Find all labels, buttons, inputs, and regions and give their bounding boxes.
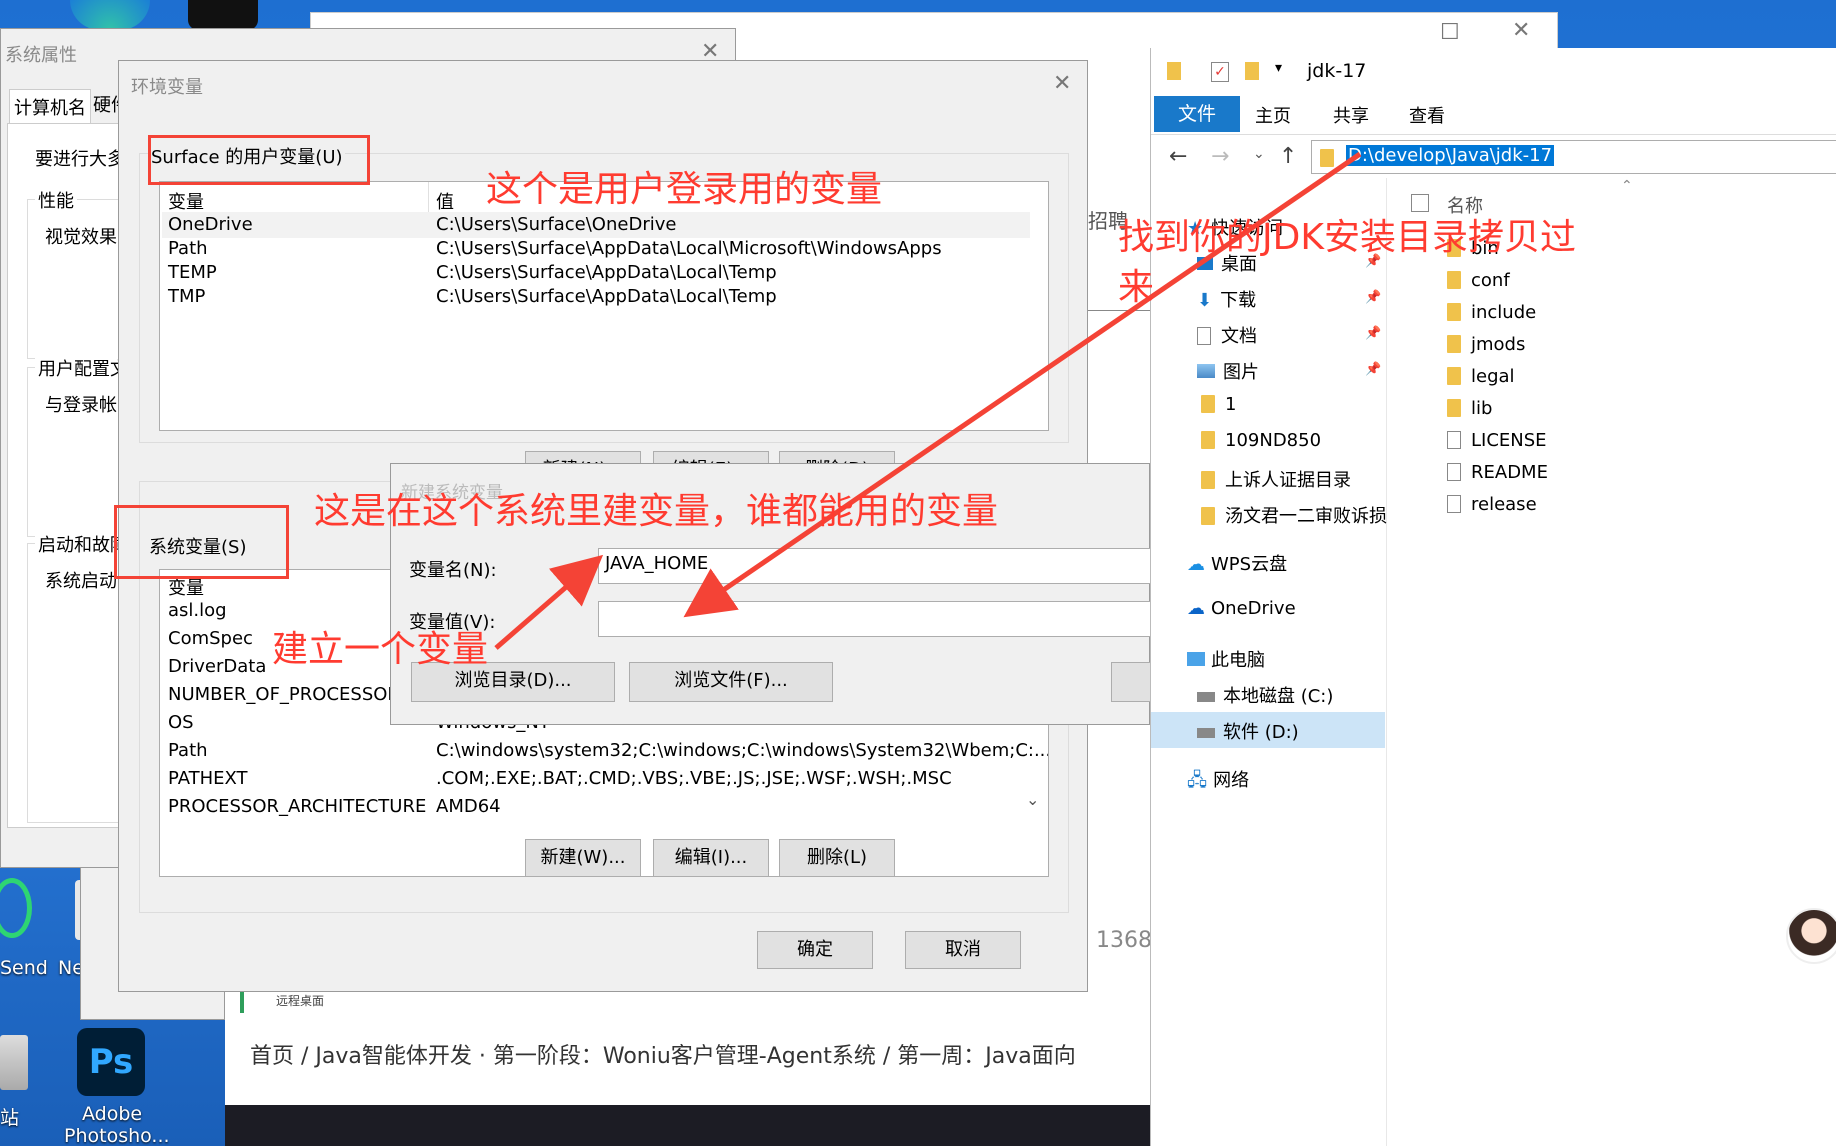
create-var-note: 建立一个变量: [272, 629, 489, 670]
arrow-to-name-field: [494, 554, 604, 650]
sys-var-note: 这是在这个系统里建变量，谁都能用的变量: [314, 491, 999, 532]
copy-path-note-1: 找到你的JDK安装目录拷贝过: [1118, 217, 1576, 258]
user-var-note: 这个是用户登录用的变量: [486, 169, 883, 210]
copy-path-note-2: 来: [1118, 267, 1155, 308]
annotation-arrows: [494, 151, 1362, 650]
